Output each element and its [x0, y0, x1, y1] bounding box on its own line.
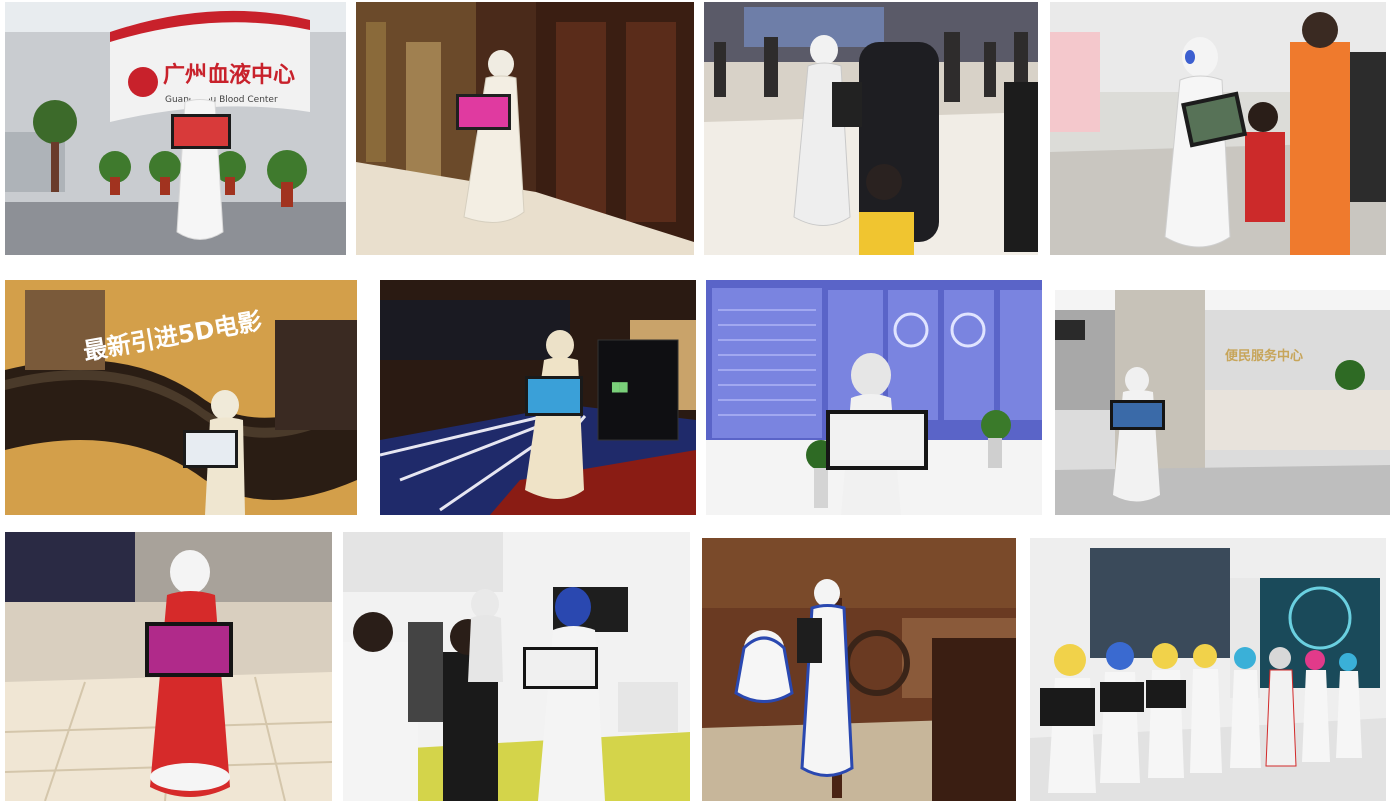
photo-control-room-screens	[706, 280, 1042, 515]
photo-mall-crowd	[704, 2, 1038, 255]
photo-blood-center-lobby: 广州血液中心 Guangzhou Blood Center	[5, 2, 346, 255]
svg-text:▇▇: ▇▇	[611, 382, 628, 393]
photo-restaurant	[702, 538, 1016, 801]
sign-english: Guangzhou Blood Center	[165, 95, 278, 105]
photo-service-hall: 便民服务中心	[1055, 290, 1390, 515]
photo-expo-booth	[343, 532, 690, 801]
photo-dark-hall: ▇▇	[380, 280, 696, 515]
photo-mall-family	[1050, 2, 1386, 255]
photo-robot-lineup	[1030, 538, 1386, 801]
photo-hotel-corridor	[356, 2, 694, 255]
robot	[468, 589, 503, 682]
photo-mall-atrium-red-robot	[5, 532, 332, 801]
photo-cinema-5d-wall: 最新引进5D电影	[5, 280, 357, 515]
sign-chinese: 广州血液中心	[163, 62, 295, 88]
sign-chinese: 便民服务中心	[1225, 348, 1303, 364]
